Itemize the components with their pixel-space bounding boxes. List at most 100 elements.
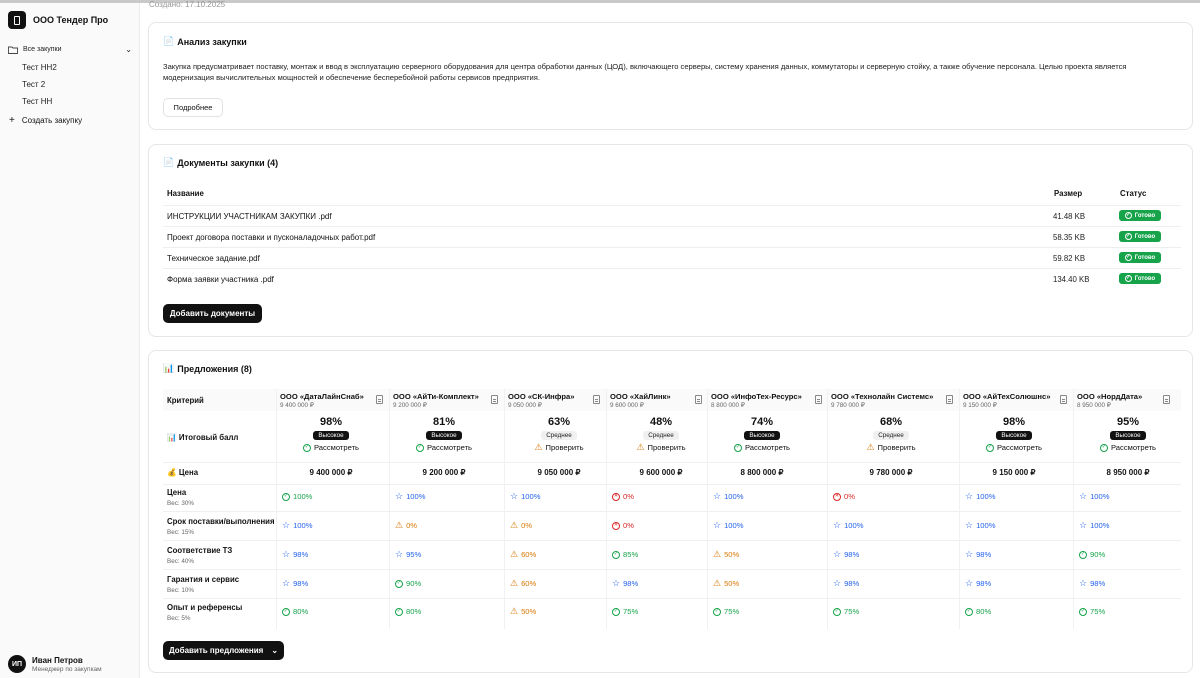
offer-price: 9 050 000 ₽ (537, 468, 581, 477)
criterion-score: ⚠ 50% (510, 607, 536, 617)
file-icon[interactable] (695, 395, 702, 404)
check-circle-icon: ✓ (612, 607, 620, 616)
recommendation-text: Рассмотреть (1110, 443, 1156, 452)
check-circle-icon: ✓ (415, 443, 424, 452)
vendor-name: ООО «СК-Инфра» (508, 392, 575, 401)
vendor-price: 9 050 000 ₽ (508, 402, 542, 409)
total-score-cell: 95% Высокое ✓ Рассмотреть (1078, 416, 1178, 452)
sidebar-all-purchases[interactable]: Все закупки ⌄ (8, 45, 132, 54)
table-row[interactable]: ИНСТРУКЦИИ УЧАСТНИКАМ ЗАКУПКИ .pdf 41.48… (163, 205, 1181, 226)
file-icon[interactable] (815, 395, 822, 404)
add-offers-label: Добавить предложения (168, 646, 264, 655)
warning-icon: ⚠ (866, 442, 875, 452)
criterion-score-value: 100% (1090, 492, 1110, 501)
vendor-header[interactable]: ООО «АйТи-Комплект» 9 200 000 ₽ (393, 392, 479, 409)
vendor-header[interactable]: ООО «ИнфоТех-Ресурс» 8 800 000 ₽ (711, 392, 802, 409)
criterion-score-value: 100% (293, 492, 313, 501)
file-icon[interactable] (491, 395, 498, 404)
vendor-header[interactable]: ООО «СК-Инфра» 9 050 000 ₽ (508, 392, 574, 409)
sidebar-item-test-nn2[interactable]: Тест НН2 (22, 63, 57, 72)
criterion-score-value: 60% (521, 579, 537, 588)
x-circle-icon: ✕ (612, 492, 620, 501)
star-icon: ☆ (713, 491, 722, 501)
add-offers-button[interactable]: Добавить предложения ⌄ (163, 641, 284, 660)
star-icon: ☆ (965, 520, 974, 530)
criterion-score-value: 98% (976, 550, 992, 559)
sidebar-item-test-2[interactable]: Тест 2 (22, 80, 45, 89)
criterion-score-value: 100% (406, 492, 426, 501)
check-circle-icon: ✓ (985, 443, 994, 452)
table-row[interactable]: Техническое задание.pdf 59.82 KB ✓ Готово (163, 247, 1181, 268)
star-icon: ☆ (395, 549, 404, 559)
analysis-card: 📄 Анализ закупки Закупка предусматривает… (148, 22, 1193, 130)
vendor-header[interactable]: ООО «ХайЛинк» 9 600 000 ₽ (610, 392, 671, 409)
star-icon: ☆ (965, 578, 974, 588)
document-name: ИНСТРУКЦИИ УЧАСТНИКАМ ЗАКУПКИ .pdf (167, 212, 332, 221)
org-switcher[interactable]: ООО Тендер Про (8, 11, 108, 29)
sidebar-item-test-nn[interactable]: Тест НН (22, 97, 52, 106)
chart-icon: 📊 (163, 363, 175, 373)
star-icon: ☆ (1079, 520, 1088, 530)
more-button[interactable]: Подробнее (163, 98, 223, 117)
document-size: 41.48 KB (1053, 212, 1086, 221)
recommendation: ✓ Рассмотреть (281, 443, 381, 452)
total-score-cell: 98% Высокое ✓ Рассмотреть (281, 416, 381, 452)
offer-price: 9 400 000 ₽ (309, 468, 353, 477)
file-icon[interactable] (376, 395, 383, 404)
document-size: 134.40 KB (1053, 275, 1090, 284)
score-level-badge: Высокое (744, 431, 780, 440)
file-icon[interactable] (1060, 395, 1067, 404)
table-row[interactable]: Проект договора поставки и пусконаладочн… (163, 226, 1181, 247)
warning-icon: ⚠ (636, 442, 645, 452)
offers-title: 📊 Предложения (8) (163, 363, 252, 374)
criterion-weight: Вес: 10% (167, 587, 194, 594)
offer-price: 9 780 000 ₽ (869, 468, 913, 477)
vendor-header[interactable]: ООО «ДатаЛайнСнаб» 9 400 000 ₽ (280, 392, 364, 409)
criterion-score: ✓ 85% (612, 550, 638, 559)
table-row[interactable]: Форма заявки участника .pdf 134.40 KB ✓ Г… (163, 268, 1181, 289)
score-level-badge: Высокое (426, 431, 462, 440)
criterion-score-value: 90% (1090, 550, 1106, 559)
create-purchase-button[interactable]: + Создать закупку (9, 115, 82, 126)
documents-title-text: Документы закупки (4) (177, 157, 279, 168)
chevron-down-icon[interactable]: ⌄ (125, 45, 132, 54)
criterion-score: ☆ 100% (510, 492, 541, 502)
score-percent: 63% (547, 416, 571, 428)
criterion-score-value: 100% (976, 492, 996, 501)
column-divider (504, 389, 505, 629)
star-icon: ☆ (282, 520, 291, 530)
criterion-score: ⚠ 60% (510, 549, 536, 560)
criterion-score: ☆ 98% (1079, 579, 1105, 589)
chevron-down-icon: ⌄ (271, 646, 279, 655)
file-icon[interactable] (946, 395, 953, 404)
divider (163, 569, 1181, 570)
analysis-title: 📄 Анализ закупки (163, 36, 247, 47)
criterion-weight: Вес: 15% (167, 529, 194, 536)
file-icon[interactable] (1163, 395, 1170, 404)
status-text: Готово (1134, 212, 1156, 219)
criterion-score-value: 100% (844, 521, 864, 530)
star-icon: ☆ (282, 549, 291, 559)
divider (163, 598, 1181, 599)
score-percent: 68% (879, 416, 903, 428)
warning-icon: ⚠ (510, 549, 519, 559)
vendor-header[interactable]: ООО «Технолайн Системс» 9 780 000 ₽ (831, 392, 933, 409)
recommendation: ✓ Рассмотреть (1078, 443, 1178, 452)
vendor-header[interactable]: ООО «АйТехСолюшнс» 9 150 000 ₽ (963, 392, 1050, 409)
user-profile[interactable]: ИП Иван Петров Менеджер по закупкам (8, 655, 102, 673)
warning-icon: ⚠ (395, 520, 404, 530)
criterion-score-value: 100% (724, 521, 744, 530)
file-icon[interactable] (593, 395, 600, 404)
status-text: Готово (1134, 254, 1156, 261)
criterion-score-value: 75% (724, 607, 740, 616)
vendor-header[interactable]: ООО «НордДата» 8 950 000 ₽ (1077, 392, 1142, 409)
check-circle-icon: ✓ (1099, 443, 1108, 452)
criterion-score: ✕ 0% (833, 492, 855, 501)
star-icon: ☆ (713, 520, 722, 530)
criterion-score: ⚠ 0% (395, 520, 417, 531)
x-circle-icon: ✕ (833, 492, 841, 501)
vendor-price: 8 950 000 ₽ (1077, 402, 1111, 409)
divider (163, 484, 1181, 485)
vendor-name: ООО «АйТи-Комплект» (393, 392, 479, 401)
add-documents-button[interactable]: Добавить документы (163, 304, 262, 323)
